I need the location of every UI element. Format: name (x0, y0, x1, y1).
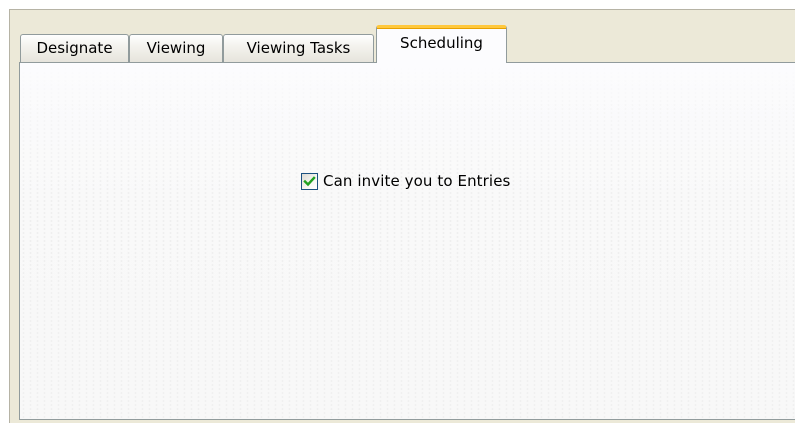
tab-viewing[interactable]: Viewing (129, 34, 223, 62)
invite-entries-label: Can invite you to Entries (323, 172, 511, 190)
invite-entries-checkbox-row[interactable]: Can invite you to Entries (301, 170, 510, 192)
tab-designate[interactable]: Designate (20, 34, 129, 62)
tab-scheduling-label: Scheduling (400, 34, 483, 52)
invite-entries-checkbox[interactable] (301, 172, 318, 190)
tab-strip: Designate Viewing Viewing Tasks Scheduli… (20, 24, 795, 63)
tab-viewing-label: Viewing (146, 39, 206, 57)
checkmark-icon (303, 175, 316, 186)
tab-scheduling[interactable]: Scheduling (376, 25, 507, 63)
tab-viewing-tasks[interactable]: Viewing Tasks (223, 34, 374, 62)
tab-viewing-tasks-label: Viewing Tasks (246, 39, 351, 57)
tab-designate-label: Designate (36, 39, 113, 57)
panel-background (20, 63, 795, 419)
scheduling-panel: Can invite you to Entries (19, 62, 795, 420)
